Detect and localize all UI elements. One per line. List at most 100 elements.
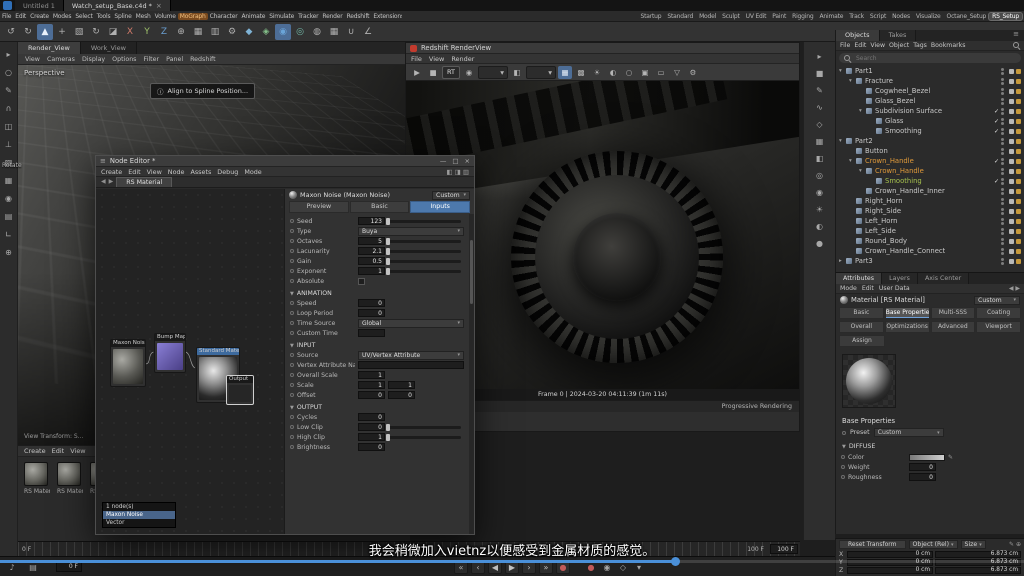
viewport-menu-item[interactable]: Cameras <box>44 56 78 63</box>
object-menu-item[interactable]: Tags <box>913 42 927 49</box>
axis-rail-icon[interactable]: ⊥ <box>2 138 16 151</box>
material-menu-item[interactable]: Create <box>24 447 46 455</box>
subdiv-rail-icon[interactable]: ◇ <box>813 118 827 131</box>
polygon-tag-icon[interactable] <box>1009 159 1014 164</box>
selection-rail-icon[interactable]: ▸ <box>2 48 16 61</box>
polygon-tag-icon[interactable] <box>1009 139 1014 144</box>
attribute-tab[interactable]: Layers <box>882 273 918 284</box>
array-rail-icon[interactable]: ▦ <box>813 135 827 148</box>
enabled-check-icon[interactable]: ✓ <box>994 158 999 165</box>
property-tab[interactable]: Assign <box>839 335 885 347</box>
property-tab[interactable]: Viewport <box>976 321 1021 333</box>
polygon-tag-icon[interactable] <box>1009 79 1014 84</box>
phong-tag-icon[interactable] <box>1016 249 1021 254</box>
region-icon[interactable]: ▣ <box>638 66 652 79</box>
expand-arrow-icon[interactable]: ▾ <box>859 108 866 114</box>
layout-item[interactable]: Track <box>846 13 867 20</box>
zoom-rail-icon[interactable]: ○ <box>2 66 16 79</box>
object-tree-row[interactable]: Left_Side ✓ <box>836 226 1024 236</box>
measure-rail-icon[interactable]: ∟ <box>2 228 16 241</box>
crop-icon[interactable]: ▭ <box>654 66 668 79</box>
phong-tag-icon[interactable] <box>1016 259 1021 264</box>
phong-tag-icon[interactable] <box>1016 169 1021 174</box>
param-value-field[interactable]: 0 <box>358 413 385 421</box>
visibility-dots-icon[interactable] <box>1001 98 1004 105</box>
visibility-dots-icon[interactable] <box>1001 218 1004 225</box>
material-menu-item[interactable]: View <box>70 447 85 455</box>
phong-tag-icon[interactable] <box>1016 129 1021 134</box>
viewport-menu-item[interactable]: Filter <box>140 56 162 63</box>
param-dot-icon[interactable] <box>290 321 294 325</box>
close-icon[interactable]: × <box>156 2 162 10</box>
polygon-tag-icon[interactable] <box>1009 199 1014 204</box>
param-dot-icon[interactable] <box>290 363 294 367</box>
visibility-dots-icon[interactable] <box>1001 158 1004 165</box>
history-nav-icons[interactable]: ◀ ▶ <box>1009 285 1020 292</box>
polygon-tag-icon[interactable] <box>1009 179 1014 184</box>
param-value-field[interactable]: 0 <box>358 391 385 399</box>
phong-tag-icon[interactable] <box>1016 219 1021 224</box>
param-value-field[interactable]: 1 <box>358 381 385 389</box>
menu-item[interactable]: Animate <box>239 13 267 20</box>
visibility-dots-icon[interactable] <box>1001 208 1004 215</box>
visibility-dots-icon[interactable] <box>1001 228 1004 235</box>
renderview-menu-item[interactable]: File <box>411 55 422 63</box>
menu-item[interactable]: Simulate <box>267 13 296 20</box>
visibility-dots-icon[interactable] <box>1001 258 1004 265</box>
material-preview-sphere[interactable] <box>842 354 896 408</box>
layout-item[interactable]: Startup <box>638 13 665 20</box>
object-tree-row[interactable]: Cogwheel_Bezel ✓ <box>836 86 1024 96</box>
fields-icon[interactable]: ◎ <box>292 24 308 40</box>
expand-arrow-icon[interactable]: ▸ <box>839 258 846 264</box>
shader-node[interactable]: Maxon Noise <box>110 339 146 387</box>
node-editor-menu-item[interactable]: Assets <box>190 168 211 176</box>
filter-icon[interactable]: ▽ <box>670 66 684 79</box>
phong-tag-icon[interactable] <box>1016 189 1021 194</box>
object-tree-row[interactable]: ▸ Part3 ✓ <box>836 256 1024 266</box>
visibility-dots-icon[interactable] <box>1001 118 1004 125</box>
visibility-dots-icon[interactable] <box>1001 148 1004 155</box>
move-tool-icon[interactable]: + <box>54 24 70 40</box>
node-editor-menu-item[interactable]: Edit <box>128 168 140 176</box>
menu-item[interactable]: Edit <box>13 13 28 20</box>
param-dot-icon[interactable] <box>841 475 845 479</box>
param-value-field[interactable]: 123 <box>358 217 385 225</box>
attribute-menu-item[interactable]: User Data <box>879 285 910 292</box>
menu-item[interactable]: Spline <box>112 13 133 20</box>
visibility-dots-icon[interactable] <box>1001 108 1004 115</box>
view-label[interactable]: Perspective <box>24 69 65 77</box>
polygon-tag-icon[interactable] <box>1009 249 1014 254</box>
param-slider[interactable] <box>388 250 461 253</box>
undo-icon[interactable]: ↺ <box>3 24 19 40</box>
menu-item[interactable]: Render <box>320 13 344 20</box>
layout-item[interactable]: Octane_Setup <box>944 13 990 20</box>
param-value2-field[interactable]: 0 <box>388 391 415 399</box>
attribute-tab[interactable]: Attributes <box>836 273 882 284</box>
param-checkbox[interactable] <box>358 278 365 285</box>
minimize-button[interactable]: — <box>440 157 447 165</box>
nav-forward-icon[interactable]: ▶ <box>109 177 114 187</box>
layout-item[interactable]: Nodes <box>889 13 913 20</box>
maximize-button[interactable]: □ <box>452 157 458 165</box>
material-item[interactable]: RS Materi... <box>24 462 50 495</box>
polygon-tag-icon[interactable] <box>1009 109 1014 114</box>
phong-tag-icon[interactable] <box>1016 79 1021 84</box>
object-menu-item[interactable]: View <box>870 42 885 49</box>
menu-item[interactable]: Extensions <box>371 13 402 20</box>
coords-rail-icon[interactable]: ⊕ <box>2 246 16 259</box>
x-axis-icon[interactable]: X <box>122 24 138 40</box>
polygon-tag-icon[interactable] <box>1009 119 1014 124</box>
search-icon[interactable] <box>1013 42 1020 49</box>
bucket-render-icon[interactable]: ▩ <box>574 66 588 79</box>
menu-item[interactable]: Select <box>73 13 94 20</box>
render-stop-icon[interactable]: ■ <box>426 66 440 79</box>
property-tab[interactable]: Base Properties <box>885 307 930 319</box>
param-dot-icon[interactable] <box>290 393 294 397</box>
expand-arrow-icon[interactable]: ▾ <box>849 78 856 84</box>
phong-tag-icon[interactable] <box>1016 179 1021 184</box>
node-title[interactable]: Standard Material <box>197 348 239 355</box>
param-slider[interactable] <box>388 270 461 273</box>
sky-rail-icon[interactable]: ◐ <box>813 220 827 233</box>
spline-rail-icon[interactable]: ∿ <box>813 101 827 114</box>
field-rail-icon[interactable]: ◎ <box>813 169 827 182</box>
